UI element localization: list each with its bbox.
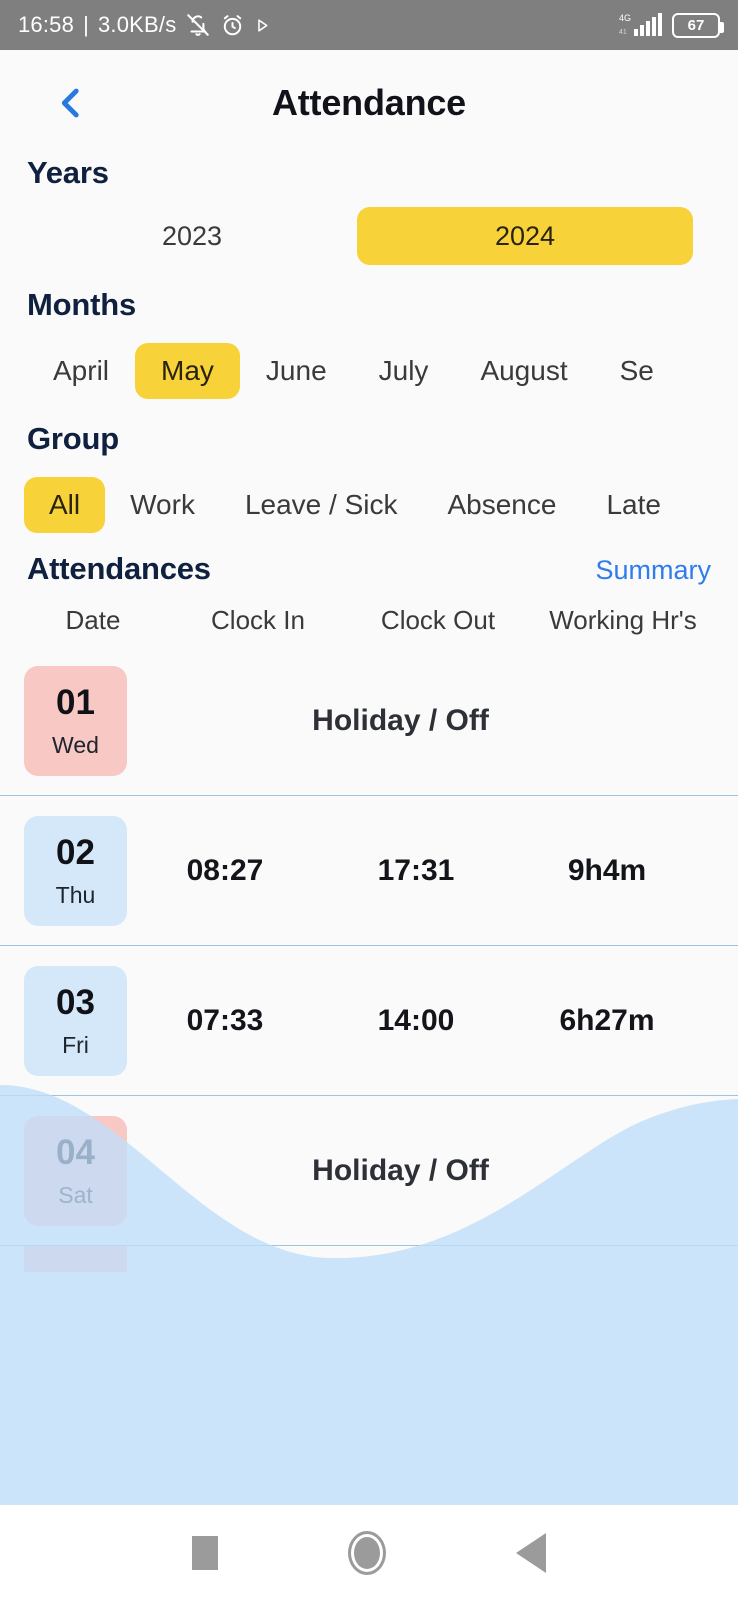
back-triangle-icon[interactable]: [516, 1532, 546, 1573]
row-values: 07:33 14:00 6h27m: [127, 1004, 720, 1038]
month-chip-april[interactable]: April: [27, 343, 135, 399]
date-badge: 03 Fri: [24, 965, 127, 1076]
group-chip-absence[interactable]: Absence: [422, 477, 581, 533]
table-row[interactable]: 04 Sat Holiday / Off: [0, 1096, 738, 1246]
table-row[interactable]: 02 Thu 08:27 17:31 9h4m: [0, 796, 738, 946]
column-header-date: Date: [65, 605, 121, 635]
date-day-number: 01: [56, 682, 95, 722]
date-weekday: Wed: [52, 731, 99, 758]
month-chip-july[interactable]: July: [353, 343, 455, 399]
app-content: Attendance Years 2023 2024 Months April …: [0, 50, 738, 1505]
status-clock: 16:58: [18, 12, 75, 37]
row-values: 08:27 17:31 9h4m: [127, 854, 720, 888]
months-selector[interactable]: April May June July August Se: [0, 343, 738, 399]
page-title: Attendance: [271, 81, 467, 123]
date-weekday: Sat: [58, 1181, 93, 1208]
home-circle-icon[interactable]: [348, 1530, 386, 1575]
group-chip-work[interactable]: Work: [105, 477, 220, 533]
date-badge: 04 Sat: [24, 1115, 127, 1226]
status-separator: |: [83, 12, 89, 37]
table-row[interactable]: [0, 1246, 738, 1272]
cell-clock-out: 14:00: [377, 1003, 455, 1037]
date-weekday: Thu: [55, 881, 96, 908]
cell-working-hrs: 6h27m: [559, 1003, 655, 1037]
status-bar: 16:58 | 3.0KB/s 4G 41 67: [0, 0, 738, 50]
years-heading: Years: [27, 155, 109, 190]
status-badge: Holiday / Off: [312, 1153, 489, 1187]
chevron-left-icon: [61, 88, 79, 117]
status-badge: Holiday / Off: [312, 703, 489, 737]
battery-icon: 67: [672, 12, 724, 38]
date-badge: 01 Wed: [24, 665, 127, 776]
cell-clock-in: 08:27: [186, 853, 264, 887]
months-heading: Months: [27, 287, 136, 322]
alarm-clock-icon: [220, 12, 245, 38]
cell-clock-in: 07:33: [186, 1003, 264, 1037]
recents-square-icon[interactable]: [192, 1535, 218, 1570]
date-weekday: Fri: [62, 1031, 89, 1058]
signal-bars-icon: 4G 41: [618, 12, 664, 38]
date-badge: [24, 1246, 127, 1272]
month-chip-september[interactable]: Se: [594, 343, 680, 399]
month-chip-august[interactable]: August: [454, 343, 593, 399]
back-button[interactable]: [48, 77, 94, 129]
column-header-working-hrs: Working Hr's: [549, 605, 697, 635]
summary-link[interactable]: Summary: [595, 555, 711, 586]
cell-working-hrs: 9h4m: [567, 853, 647, 887]
status-bar-right: 4G 41 67: [618, 12, 724, 38]
year-chip-2024[interactable]: 2024: [357, 207, 693, 265]
app-header: Attendance: [0, 50, 738, 155]
attendance-column-headers: Date Clock In Clock Out Working Hr's: [0, 605, 738, 636]
status-bar-left: 16:58 | 3.0KB/s: [18, 12, 271, 38]
month-chip-may[interactable]: May: [135, 343, 240, 399]
status-network-speed: 3.0KB/s: [97, 12, 177, 37]
date-badge: 02 Thu: [24, 815, 127, 926]
date-day-number: 04: [56, 1132, 95, 1172]
month-chip-june[interactable]: June: [240, 343, 353, 399]
phone-screen: 16:58 | 3.0KB/s 4G 41 67 Attendance Year…: [0, 0, 738, 1600]
attendances-header: Attendances Summary: [0, 533, 738, 587]
battery-percent: 67: [687, 16, 705, 34]
cell-clock-out: 17:31: [377, 853, 455, 887]
attendance-list: 01 Wed Holiday / Off 02 Thu 08:27 17:31 …: [0, 646, 738, 1272]
attendances-heading: Attendances: [27, 551, 211, 586]
date-day-number: 02: [56, 832, 95, 872]
date-day-number: 03: [56, 982, 95, 1022]
mute-bell-icon: [185, 12, 211, 38]
column-header-clock-out: Clock Out: [380, 605, 496, 635]
group-heading: Group: [27, 421, 119, 456]
column-header-clock-in: Clock In: [211, 605, 305, 635]
table-row[interactable]: 03 Fri 07:33 14:00 6h27m: [0, 946, 738, 1096]
svg-text:41: 41: [619, 29, 627, 36]
year-chip-2023[interactable]: 2023: [27, 207, 357, 265]
group-selector[interactable]: All Work Leave / Sick Absence Late: [0, 477, 738, 533]
system-nav-bar: [0, 1505, 738, 1600]
table-row[interactable]: 01 Wed Holiday / Off: [0, 646, 738, 796]
svg-text:4G: 4G: [619, 13, 631, 23]
years-selector: 2023 2024: [0, 207, 738, 265]
group-chip-leave-sick[interactable]: Leave / Sick: [220, 477, 423, 533]
group-chip-all[interactable]: All: [24, 477, 106, 533]
group-chip-late[interactable]: Late: [581, 477, 686, 533]
play-icon: [254, 12, 271, 38]
